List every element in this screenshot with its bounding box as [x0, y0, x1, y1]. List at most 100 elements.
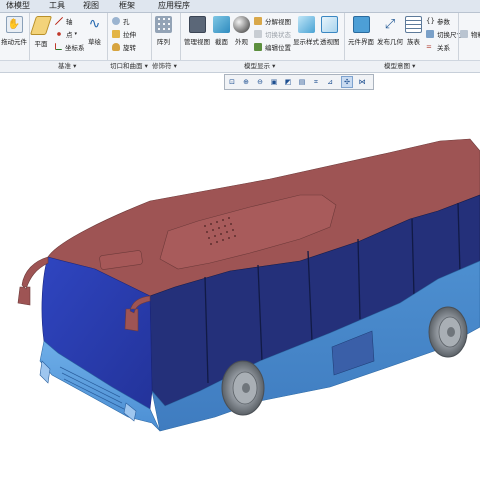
component-interface-label: 元件界面 — [348, 38, 374, 46]
family-table-button[interactable]: 族表 — [405, 16, 422, 46]
plane-label: 平面 — [34, 40, 48, 48]
bill-of-materials-icon — [460, 29, 468, 38]
relations-label: 关系 — [437, 43, 450, 52]
table-grid-icon — [405, 16, 422, 33]
zoom-in-icon[interactable]: ⊕ — [241, 77, 251, 87]
repaint-icon[interactable]: ▣ — [269, 77, 279, 87]
coordinate-system-icon — [55, 43, 62, 50]
edit-position-icon — [254, 42, 262, 51]
group-label-cut-surface[interactable]: 切口和曲面 ▾ — [110, 61, 148, 72]
group-label-model-display[interactable]: 模型显示 ▾ — [244, 61, 275, 72]
pattern-button[interactable]: 阵列 — [155, 16, 172, 46]
datum-display-icon[interactable]: ⌗ — [311, 77, 321, 87]
tab-framework[interactable]: 框架 — [114, 0, 140, 12]
dropdown-arrow-icon: ▾ — [74, 30, 78, 37]
saved-views-icon[interactable]: ▤ — [297, 77, 307, 87]
section-label: 截面 — [215, 38, 228, 46]
appearance-sphere-icon — [233, 16, 250, 33]
display-style-cube-icon — [297, 16, 315, 33]
axis-button[interactable]: 轴 — [55, 15, 73, 26]
sketch-label: 草绘 — [88, 38, 101, 46]
datum-axis-icon — [55, 16, 63, 25]
point-label: 点 — [66, 30, 73, 39]
family-table-label: 族表 — [407, 38, 420, 46]
toggle-status-label: 切换状态 — [265, 30, 291, 39]
toggle-status-icon — [254, 29, 262, 38]
ribbon-tab-bar: 体模型 工具 视图 框架 应用程序 — [0, 0, 480, 13]
exploded-view-label: 分解视图 — [265, 17, 291, 26]
drag-components-button[interactable]: ✋ 拖动元件 — [1, 16, 27, 46]
manage-views-button[interactable]: 管理视图 — [184, 16, 210, 46]
datum-plane-icon — [29, 16, 53, 35]
plane-button[interactable]: 平面 — [29, 16, 53, 48]
revolve-button[interactable]: 旋转 — [112, 41, 136, 52]
sketch-button[interactable]: ∿ 草绘 — [86, 16, 103, 46]
toggle-status-button[interactable]: 切换状态 — [254, 28, 291, 39]
revolve-icon — [112, 42, 120, 51]
tab-view[interactable]: 视图 — [78, 0, 104, 12]
edit-position-button[interactable]: 编辑位置 — [254, 41, 291, 52]
exploded-view-icon — [254, 16, 262, 25]
graphics-window[interactable] — [0, 91, 480, 480]
bill-of-materials-button[interactable]: 物料 — [460, 28, 480, 39]
exploded-view-button[interactable]: 分解视图 — [254, 15, 291, 26]
manage-views-label: 管理视图 — [184, 38, 210, 46]
pattern-grid-icon — [155, 16, 172, 33]
display-style-icon[interactable]: ◩ — [283, 77, 293, 87]
point-button[interactable]: 点 ▾ — [55, 28, 77, 39]
group-label-modifier[interactable]: 修饰符 ▾ — [152, 61, 177, 72]
hole-icon — [112, 16, 120, 25]
relations-button[interactable]: = 关系 — [426, 41, 450, 52]
rear-wheel — [428, 306, 468, 358]
revolve-label: 旋转 — [123, 43, 136, 52]
manage-views-icon — [188, 16, 206, 33]
spin-center-icon[interactable]: ✣ — [341, 76, 353, 88]
bill-of-materials-label: 物料 — [471, 30, 480, 39]
tab-applications[interactable]: 应用程序 — [152, 0, 196, 12]
ribbon-group-label-bar: 基准 ▾ 切口和曲面 ▾ 修饰符 ▾ 模型显示 ▾ 模型意图 ▾ — [0, 60, 480, 73]
assembly-display-icon[interactable]: ⋈ — [357, 77, 367, 87]
sketch-curve-icon: ∿ — [88, 16, 101, 32]
extrude-icon — [112, 29, 120, 38]
tab-model[interactable]: 体模型 — [0, 0, 36, 12]
section-button[interactable]: 截面 — [213, 16, 230, 46]
relations-icon: = — [426, 42, 432, 51]
perspective-view-label: 透视图 — [320, 38, 340, 46]
appearance-button[interactable]: 外观 — [233, 16, 250, 46]
component-interface-button[interactable]: 元件界面 — [348, 16, 374, 46]
hand-drag-icon: ✋ — [5, 16, 23, 33]
switch-dimensions-icon — [426, 29, 434, 38]
perspective-cube-icon — [321, 16, 339, 33]
extrude-button[interactable]: 拉伸 — [112, 28, 136, 39]
section-cube-icon — [213, 16, 230, 33]
group-label-model-intent[interactable]: 模型意图 ▾ — [384, 61, 415, 72]
appearance-label: 外观 — [235, 38, 248, 46]
publish-geometry-button[interactable]: ⤢ 发布几何 — [377, 16, 403, 46]
zoom-out-icon[interactable]: ⊖ — [255, 77, 265, 87]
datum-point-icon — [55, 29, 63, 38]
perspective-view-button[interactable]: 透视图 — [320, 16, 340, 46]
graphics-toolbar: ⊡ ⊕ ⊖ ▣ ◩ ▤ ⌗ ⊿ ✣ ⋈ — [224, 74, 374, 90]
annotation-display-icon[interactable]: ⊿ — [325, 77, 335, 87]
parameters-braces-icon: {} — [426, 16, 435, 25]
hole-button[interactable]: 孔 — [112, 15, 130, 26]
component-interface-icon — [352, 16, 370, 33]
coordinate-system-button[interactable]: 坐标系 — [55, 41, 85, 52]
publish-geometry-icon: ⤢ — [384, 17, 396, 32]
refit-icon[interactable]: ⊡ — [227, 77, 237, 87]
front-wheel — [221, 360, 265, 416]
parameters-button[interactable]: {} 参数 — [426, 15, 450, 26]
display-style-button[interactable]: 显示样式 — [293, 16, 319, 46]
parameters-label: 参数 — [437, 17, 450, 26]
coordinate-system-label: 坐标系 — [65, 43, 85, 52]
publish-geometry-label: 发布几何 — [377, 38, 403, 46]
display-style-label: 显示样式 — [293, 38, 319, 46]
group-label-datum[interactable]: 基准 ▾ — [58, 61, 76, 72]
tab-tools[interactable]: 工具 — [44, 0, 70, 12]
edit-position-label: 编辑位置 — [265, 43, 291, 52]
drag-components-label: 拖动元件 — [1, 38, 27, 46]
pattern-label: 阵列 — [157, 38, 170, 46]
extrude-label: 拉伸 — [123, 30, 136, 39]
axis-label: 轴 — [66, 17, 73, 26]
hole-label: 孔 — [123, 17, 130, 26]
